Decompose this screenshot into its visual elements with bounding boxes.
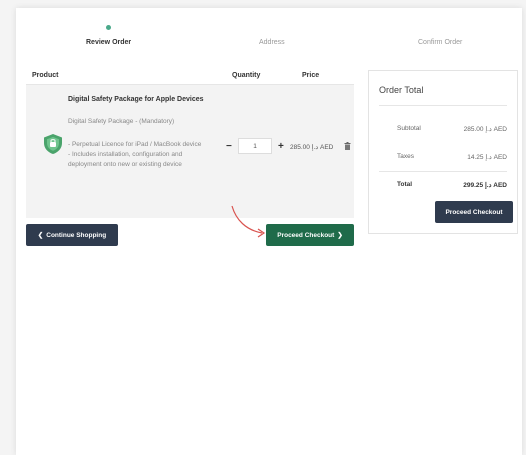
continue-shopping-button[interactable]: ❮ Continue Shopping: [26, 224, 118, 246]
item-description-line: - Includes installation, configuration a…: [68, 151, 183, 168]
subtotal-row: Subtotal 285.00 د.إ AED: [369, 125, 517, 139]
proceed-checkout-side-label: Proceed Checkout: [445, 208, 503, 216]
total-row: Total 299.25 د.إ AED: [369, 181, 517, 195]
item-price: 285.00 د.إ AED: [290, 144, 334, 151]
chevron-right-icon: ❯: [337, 232, 343, 239]
continue-shopping-label: Continue Shopping: [46, 231, 107, 239]
item-description: - Perpetual Licence for iPad / MacBook d…: [68, 140, 208, 170]
subtotal-label: Subtotal: [397, 125, 421, 132]
item-name: Digital Safety Package for Apple Devices: [68, 96, 204, 103]
step-address[interactable]: Address: [259, 39, 285, 46]
chevron-left-icon: ❮: [37, 232, 44, 239]
taxes-value: 14.25 د.إ AED: [467, 154, 507, 161]
checkout-steps: Review Order Address Confirm Order: [16, 8, 522, 64]
divider: [379, 171, 507, 172]
taxes-row: Taxes 14.25 د.إ AED: [369, 153, 517, 167]
subtotal-value: 285.00 د.إ AED: [463, 126, 507, 133]
item-subtitle: Digital Safety Package - (Mandatory): [68, 118, 175, 125]
cart-item-row: Digital Safety Package for Apple Devices…: [26, 85, 354, 218]
shield-icon: [44, 134, 62, 154]
quantity-decrease-button[interactable]: −: [226, 142, 232, 152]
trash-icon[interactable]: [344, 142, 351, 150]
header-product: Product: [32, 72, 59, 79]
total-value: 299.25 د.إ AED: [463, 182, 507, 189]
header-quantity: Quantity: [232, 72, 261, 79]
quantity-increase-button[interactable]: +: [278, 142, 284, 152]
cart-table: Product Quantity Price Digital Safety Pa…: [26, 66, 354, 218]
step-confirm-order[interactable]: Confirm Order: [418, 39, 462, 46]
order-total-title: Order Total: [379, 85, 424, 95]
checkout-panel: Review Order Address Confirm Order Produ…: [16, 8, 522, 455]
proceed-checkout-button[interactable]: Proceed Checkout ❯: [266, 224, 354, 246]
taxes-label: Taxes: [397, 153, 414, 160]
step-review-order[interactable]: Review Order: [86, 39, 131, 46]
total-label: Total: [397, 181, 413, 188]
header-price: Price: [302, 72, 320, 79]
proceed-checkout-label: Proceed Checkout: [277, 231, 335, 239]
proceed-checkout-side-button[interactable]: Proceed Checkout: [435, 201, 513, 223]
quantity-input[interactable]: [238, 138, 272, 154]
item-description-line: - Perpetual Licence for iPad / MacBook d…: [68, 141, 202, 148]
divider: [379, 105, 507, 106]
cart-header: Product Quantity Price: [26, 66, 354, 85]
active-step-indicator: [106, 25, 111, 30]
